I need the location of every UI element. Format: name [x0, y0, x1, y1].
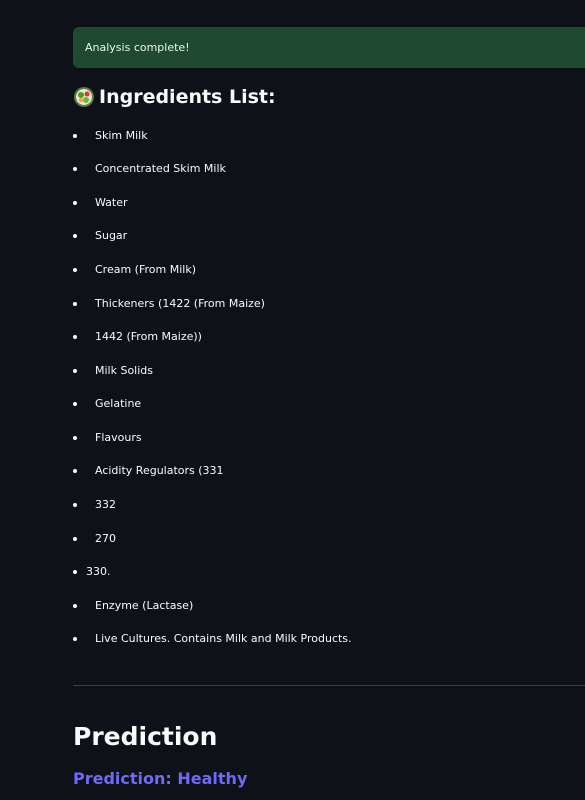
- alert-message: Analysis complete!: [85, 41, 190, 54]
- prediction-result: Prediction: Healthy: [73, 769, 248, 788]
- success-alert: Analysis complete!: [73, 27, 585, 68]
- app-page: Analysis complete! Ingredients List: Ski…: [0, 0, 585, 800]
- prediction-heading: Prediction: [73, 722, 218, 751]
- section-divider: [73, 685, 585, 686]
- salad-icon: [73, 86, 95, 108]
- ingredients-header: Ingredients List:: [73, 86, 276, 108]
- ingredients-title: Ingredients List:: [99, 86, 276, 108]
